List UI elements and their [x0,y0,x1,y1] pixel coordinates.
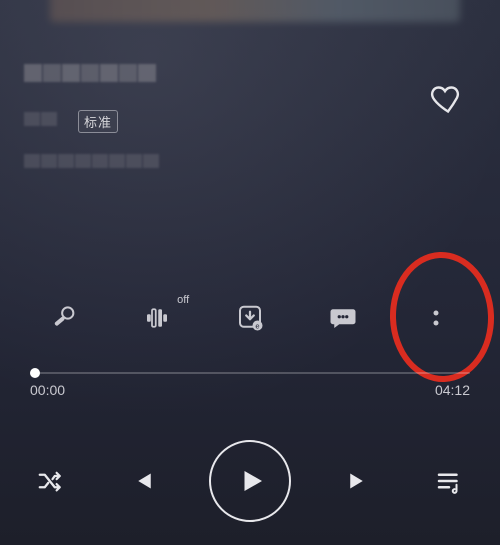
progress-bar[interactable]: 00:00 04:12 [30,372,470,398]
play-button[interactable] [209,440,291,522]
music-player-screen: 标准 off e [0,0,500,545]
lyric-line [24,154,160,168]
action-row: off e [0,296,500,340]
download-icon: e [235,303,265,333]
comments-button[interactable] [321,296,365,340]
next-button[interactable] [336,458,382,504]
play-icon [237,466,267,496]
skip-next-icon [344,466,374,496]
playlist-button[interactable] [426,458,472,504]
playback-controls [0,440,500,522]
sing-along-button[interactable] [42,296,86,340]
previous-button[interactable] [119,458,165,504]
skip-previous-icon [127,466,157,496]
playlist-icon [434,466,464,496]
song-title [24,64,157,82]
equalizer-icon [142,303,172,333]
time-labels: 00:00 04:12 [30,382,470,398]
shuffle-button[interactable] [28,458,74,504]
sound-effect-button[interactable]: off [135,296,179,340]
svg-text:e: e [255,322,259,331]
shuffle-icon [36,466,66,496]
heart-icon [430,80,466,116]
artist-name [24,112,58,126]
album-art-preview [50,0,460,22]
chat-icon [328,303,358,333]
more-vertical-icon [421,303,451,333]
audio-quality-badge[interactable]: 标准 [78,110,118,133]
more-options-button[interactable] [414,296,458,340]
progress-track [30,372,470,374]
microphone-icon [49,303,79,333]
time-total: 04:12 [435,382,470,398]
effect-off-label: off [177,294,189,306]
favorite-button[interactable] [430,80,466,116]
download-button[interactable]: e [228,296,272,340]
time-current: 00:00 [30,382,65,398]
progress-thumb[interactable] [30,368,40,378]
